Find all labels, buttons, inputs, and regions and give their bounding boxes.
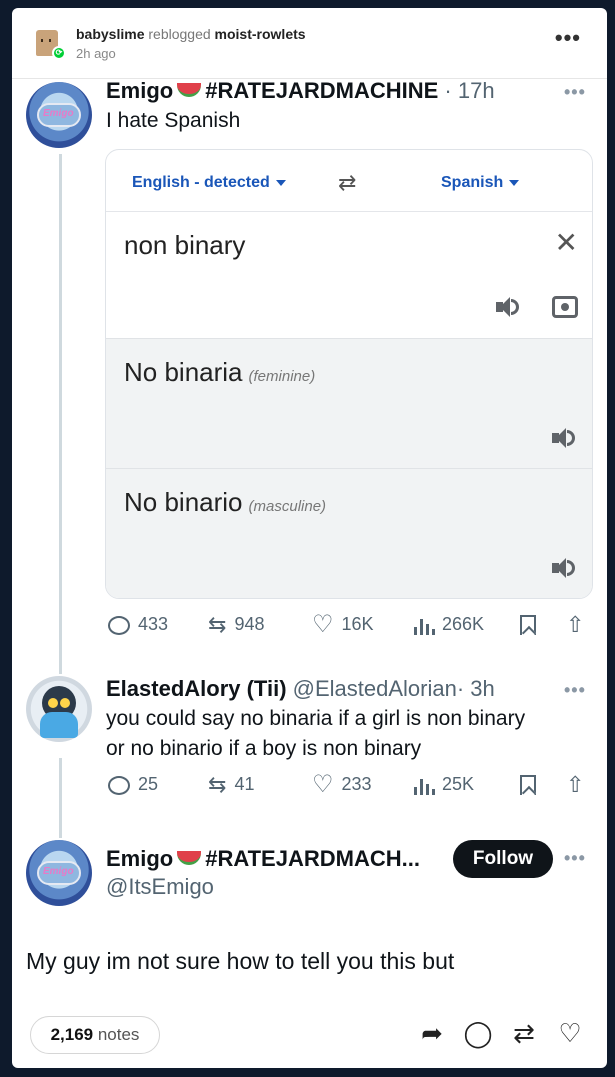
target-language-select[interactable]: Spanish	[441, 174, 520, 192]
translation-output-masculine: No binario (masculine)	[106, 468, 592, 598]
chevron-down-icon	[509, 179, 520, 186]
tweet-text: My guy im not sure how to tell you this …	[26, 948, 455, 974]
translation-text: No binario	[124, 487, 243, 517]
reblog-badge-icon: ⟳	[52, 46, 66, 60]
translate-card: English - detected ⇄ Spanish non binary …	[105, 149, 593, 599]
author-name[interactable]: ElastedAlory (Tii)	[106, 676, 287, 701]
repost-icon: ⇆	[208, 772, 227, 798]
share-icon: ⇧	[566, 612, 585, 638]
tweet-time: · 17h	[444, 78, 495, 103]
emigo-avatar[interactable]: Emigo	[26, 840, 92, 906]
post-header: ⟳ babyslime reblogged moist-rowlets 2h a…	[12, 8, 607, 78]
reply-icon	[108, 615, 130, 635]
language-bar: English - detected ⇄ Spanish	[106, 150, 592, 212]
comment-icon[interactable]: ◯	[463, 1018, 493, 1048]
tweet3-author: Emigo #RATEJARDMACH...	[106, 846, 420, 872]
thread-line	[59, 758, 62, 838]
like-heart-icon[interactable]: ♡	[555, 1018, 585, 1048]
author-name[interactable]: Emigo	[106, 846, 173, 871]
post-time: 2h ago	[76, 46, 116, 61]
tweet1-author: Emigo #RATEJARDMACHINE · 17h	[106, 78, 495, 104]
tweet-more-button[interactable]: •••	[564, 680, 586, 701]
tweet-more-button[interactable]: •••	[564, 848, 586, 869]
tumblr-post-card: ⟳ babyslime reblogged moist-rowlets 2h a…	[12, 8, 607, 1068]
share-button[interactable]: ⇧	[566, 612, 592, 638]
author-hashtag: #RATEJARDMACHINE	[205, 78, 439, 103]
share-icon: ⇧	[566, 772, 585, 798]
reblog-icon[interactable]: ⇄	[509, 1018, 539, 1048]
bookmark-button[interactable]	[520, 614, 544, 636]
author-hashtag: #RATEJARDMACH...	[205, 846, 420, 871]
swap-icon[interactable]: ⇄	[338, 170, 356, 196]
notes-label: notes	[97, 1025, 140, 1044]
views-button[interactable]: 25K	[414, 774, 474, 796]
share-button[interactable]: ⇧	[566, 772, 592, 798]
tweet2-author: ElastedAlory (Tii) @ElastedAlorian· 3h	[106, 676, 495, 702]
close-icon[interactable]: ✕	[555, 226, 578, 259]
reblogger-avatar[interactable]: ⟳	[32, 28, 66, 60]
reply-button[interactable]: 25	[108, 774, 158, 795]
more-options-button[interactable]: •••	[555, 27, 581, 49]
reblogger-name[interactable]: babyslime	[76, 26, 144, 42]
speaker-icon[interactable]	[552, 427, 576, 449]
author-name[interactable]: Emigo	[106, 78, 173, 103]
repost-button[interactable]: ⇆ 948	[208, 612, 264, 638]
reply-icon	[108, 775, 130, 795]
notes-count-button[interactable]: 2,169 notes	[30, 1016, 160, 1054]
post-footer-actions: ➦ ◯ ⇄ ♡	[417, 1018, 587, 1052]
reblog-action: reblogged	[148, 26, 211, 42]
views-icon	[414, 615, 435, 636]
tweet-more-button[interactable]: •••	[564, 82, 586, 103]
watermelon-icon	[177, 851, 202, 866]
watermelon-icon	[177, 83, 202, 98]
emigo-avatar[interactable]: Emigo	[26, 82, 92, 148]
views-icon	[414, 775, 435, 796]
repost-icon: ⇆	[208, 612, 227, 638]
notes-count: 2,169	[50, 1025, 94, 1044]
translate-input-area[interactable]: non binary ✕	[106, 212, 592, 338]
tweet3-handle-line: @ItsEmigo	[106, 874, 214, 900]
bookmark-icon	[520, 615, 536, 636]
bookmark-button[interactable]	[520, 774, 544, 796]
tweet-time: · 3h	[456, 676, 495, 701]
heart-icon: ♡	[312, 611, 334, 639]
translation-text: No binaria	[124, 357, 243, 387]
tweet1-actions: 433 ⇆ 948 ♡ 16K 266K ⇧	[108, 611, 598, 640]
gender-label: (masculine)	[248, 498, 327, 515]
share-arrow-icon[interactable]: ➦	[417, 1018, 447, 1048]
like-button[interactable]: ♡ 233	[312, 771, 372, 799]
follow-button[interactable]: Follow	[453, 840, 553, 878]
thread-line	[59, 154, 62, 674]
reblog-line: babyslime reblogged moist-rowlets	[76, 26, 306, 42]
speaker-icon[interactable]	[552, 557, 576, 579]
heart-icon: ♡	[312, 771, 334, 799]
elastedalory-avatar[interactable]	[26, 676, 92, 742]
chevron-down-icon	[275, 179, 286, 186]
tweet2-actions: 25 ⇆ 41 ♡ 233 25K ⇧	[108, 771, 598, 800]
tweet-text: I hate Spanish	[106, 109, 241, 132]
translation-output-feminine: No binaria (feminine)	[106, 338, 592, 468]
translate-input-text[interactable]: non binary	[124, 230, 245, 261]
reply-button[interactable]: 433	[108, 614, 168, 635]
gender-label: (feminine)	[248, 368, 316, 385]
source-language-select[interactable]: English - detected	[132, 174, 286, 192]
views-button[interactable]: 266K	[414, 614, 484, 636]
speaker-icon[interactable]	[496, 296, 520, 318]
tweet-text: you could say no binaria if a girl is no…	[106, 707, 526, 760]
camera-icon[interactable]	[552, 296, 578, 318]
bookmark-icon	[520, 775, 536, 796]
like-button[interactable]: ♡ 16K	[312, 611, 374, 639]
repost-button[interactable]: ⇆ 41	[208, 772, 254, 798]
author-handle[interactable]: @ItsEmigo	[106, 874, 214, 899]
original-poster-name[interactable]: moist-rowlets	[215, 26, 306, 42]
author-handle[interactable]: @ElastedAlorian	[293, 676, 457, 701]
